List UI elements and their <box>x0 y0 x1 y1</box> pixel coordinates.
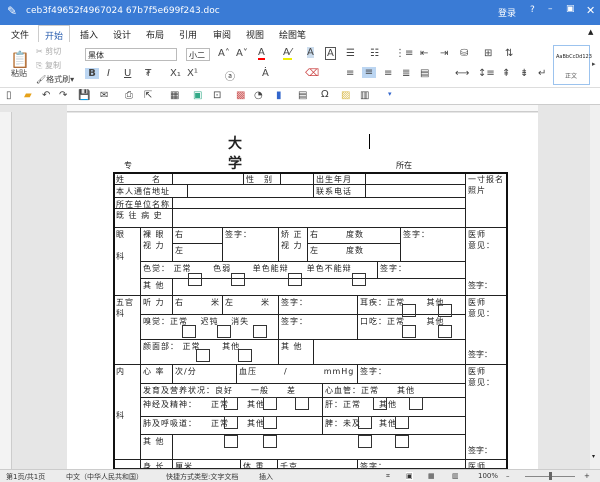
form-cell-left: 左 <box>172 243 223 262</box>
form-cell-liver: 肝：正常 其他 <box>322 397 466 417</box>
form-cell-cm: 厘米 <box>172 459 241 469</box>
form-cell-weight: 体 重 <box>240 459 278 469</box>
checkbox[interactable] <box>438 325 452 338</box>
form-cell-sign: 签字： <box>278 295 358 315</box>
form-cell-address: 本人通信地址 <box>113 184 188 198</box>
status-bar: 第1页/共1页 中文（中华人民共和国） 快捷方式类型:文字文档 插入 ⌗ ▣ ▦… <box>0 469 600 482</box>
form-cell-phone: 联系电话 <box>313 184 366 198</box>
exam-form-table: 姓 名性 别出生年月 本人通信地址 联系电话 所在单位名称既 往 病 史一寸报名照片眼… <box>0 0 600 469</box>
checkbox[interactable] <box>182 325 196 338</box>
checkbox[interactable] <box>253 325 267 338</box>
form-cell-other: 其 他 <box>140 278 173 296</box>
checkbox[interactable] <box>263 397 277 410</box>
checkbox[interactable] <box>373 397 387 410</box>
checkbox[interactable] <box>231 273 245 286</box>
form-cell-right-m: 右 米 <box>172 295 223 315</box>
read-mode-icon[interactable]: ▥ <box>452 472 459 480</box>
insert-mode[interactable]: 插入 <box>259 472 273 482</box>
checkbox[interactable] <box>395 435 409 448</box>
form-cell-other: 其 他 <box>140 434 173 460</box>
checkbox[interactable] <box>217 325 231 338</box>
form-input-cell[interactable] <box>113 459 141 469</box>
form-input-cell[interactable] <box>172 278 466 296</box>
checkbox[interactable] <box>402 304 416 317</box>
form-cell-doctor: 医师 意见： <box>465 459 508 469</box>
checkbox[interactable] <box>196 349 210 362</box>
checkbox[interactable] <box>288 273 302 286</box>
form-input-cell[interactable] <box>172 434 466 460</box>
zoom-in-button[interactable]: + <box>584 472 590 480</box>
form-cell-heart-rate: 心 率 <box>140 364 173 384</box>
form-input-cell[interactable] <box>313 339 466 365</box>
form-cell-eye: 眼 科 <box>113 227 141 296</box>
checkbox[interactable] <box>395 416 409 429</box>
form-cell-sign: 签字： <box>222 227 279 262</box>
checkbox[interactable] <box>188 273 202 286</box>
form-cell-sign: 签字： <box>278 314 358 340</box>
language[interactable]: 中文（中华人民共和国） <box>66 472 143 482</box>
form-cell-per-min: 次/分 <box>172 364 237 384</box>
form-cell-kg: 千克 <box>277 459 358 469</box>
form-cell-hearing: 听 力 <box>140 295 173 315</box>
doctor-sign-label: 签字： <box>468 350 492 359</box>
form-cell-color: 色觉： 正常 色弱 单色能辩 单色不能辩 <box>140 261 378 279</box>
checkbox[interactable] <box>224 397 238 410</box>
focus-view-icon[interactable]: ⌗ <box>386 472 390 481</box>
zoom-slider-thumb[interactable] <box>549 472 552 480</box>
form-cell-height: 身 长 <box>140 459 173 469</box>
zoom-out-button[interactable]: – <box>506 472 510 480</box>
doctor-sign-label: 签字： <box>468 281 492 290</box>
form-cell-sign: 签字： <box>357 459 466 469</box>
checkbox[interactable] <box>438 304 452 317</box>
form-input-cell[interactable] <box>365 184 466 198</box>
form-input-cell[interactable] <box>172 208 466 228</box>
checkbox[interactable] <box>224 416 238 429</box>
form-cell-other: 其 他 <box>278 339 314 365</box>
form-cell-right-deg: 右 度数 <box>307 227 401 244</box>
form-cell-history: 既 往 病 史 <box>113 208 173 228</box>
checkbox[interactable] <box>409 397 423 410</box>
web-layout-icon[interactable]: ▦ <box>428 472 435 480</box>
print-layout-icon[interactable]: ▣ <box>406 472 413 480</box>
form-input-cell[interactable] <box>187 184 314 198</box>
form-cell-corrected: 矫 正 视 力 <box>278 227 308 262</box>
form-cell-left-m: 左 米 <box>222 295 279 315</box>
checkbox[interactable] <box>358 416 372 429</box>
form-cell-bp: 血压 / mmHg <box>236 364 358 384</box>
form-cell-spleen: 脾：未及 其他 <box>322 416 466 435</box>
checkbox[interactable] <box>352 273 366 286</box>
form-cell-ent: 五官 科 <box>113 295 141 365</box>
form-cell-growth: 发育及营养状况：良好 一般 差 <box>140 383 323 398</box>
checkbox[interactable] <box>402 325 416 338</box>
form-cell-internal: 内 科 <box>113 364 141 460</box>
doc-type: 快捷方式类型:文字文档 <box>166 473 239 481</box>
checkbox[interactable] <box>263 435 277 448</box>
form-cell-cardio: 心血管：正常 其他 <box>322 383 466 398</box>
form-cell-sign: 签字： <box>400 227 466 262</box>
form-cell-sign: 签字： <box>357 364 466 384</box>
form-cell-right: 右 <box>172 227 223 244</box>
checkbox[interactable] <box>238 349 252 362</box>
form-cell-naked: 裸 眼 视 力 <box>140 227 173 262</box>
doctor-sign-label: 签字： <box>468 446 492 455</box>
checkbox[interactable] <box>358 435 372 448</box>
page-count[interactable]: 第1页/共1页 <box>6 472 45 482</box>
checkbox[interactable] <box>295 397 309 410</box>
form-cell-sign: 签字： <box>377 261 466 279</box>
checkbox[interactable] <box>263 416 277 429</box>
checkbox[interactable] <box>224 435 238 448</box>
form-cell-photo: 一寸报名照片 <box>465 172 508 228</box>
form-cell-left-deg: 左 度数 <box>307 243 401 262</box>
zoom-level[interactable]: 100% <box>478 472 498 480</box>
